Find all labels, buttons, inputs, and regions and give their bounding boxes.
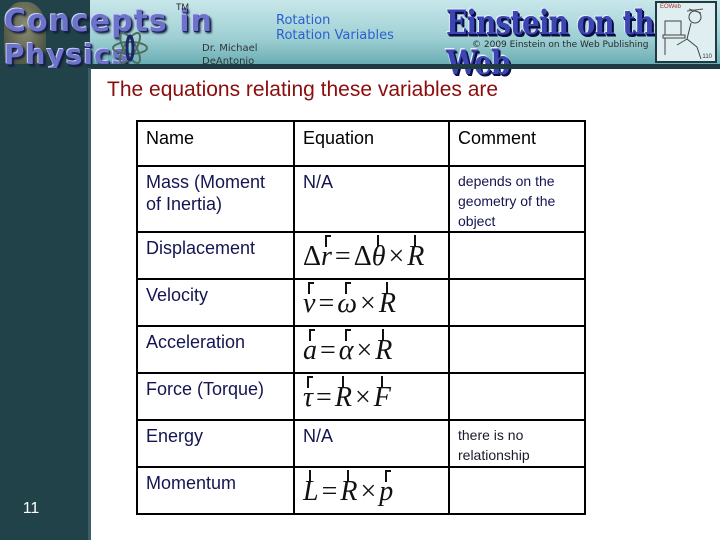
equation-symbol: v — [303, 282, 315, 320]
vector-arrow-icon — [384, 470, 391, 482]
table-row: Velocity v = ω × R — [136, 278, 586, 327]
vector-arrow-icon — [307, 376, 313, 388]
topic-breadcrumb: Rotation Rotation Variables — [276, 13, 394, 43]
vector-arrow-icon — [325, 235, 332, 247]
equation-text: N/A — [293, 419, 450, 468]
column-header-name: Name — [136, 120, 295, 167]
table-header-row: Name Equation Comment — [136, 120, 586, 167]
trademark-mark: TM — [176, 2, 189, 12]
topic-chapter: Rotation — [276, 13, 331, 28]
header-banner: Concepts in Physics TM Dr. Michael DeAnt… — [0, 0, 720, 82]
cross-product-sign: × — [356, 335, 373, 366]
equals-sign: = — [318, 288, 335, 319]
vector-arrow-icon — [341, 376, 344, 388]
vector-arrow-icon — [377, 235, 380, 247]
equation-symbol: L — [303, 470, 319, 508]
vector-arrow-icon — [344, 329, 351, 341]
table-row: Acceleration a = α × R — [136, 325, 586, 374]
equation-formula: τ = R × F — [303, 376, 391, 414]
variable-name: Velocity — [136, 278, 295, 327]
equation-symbol: Δ — [303, 241, 322, 272]
vector-arrow-icon — [307, 282, 314, 294]
table-row: Displacement Δr = Δθ × R — [136, 231, 586, 280]
column-header-comment: Comment — [448, 120, 586, 167]
equation-cell: L = R × p — [293, 466, 450, 515]
comment-text — [448, 372, 586, 421]
slide-number: 11 — [22, 500, 40, 517]
cartoon-tag: EOWeb — [660, 4, 681, 10]
equation-symbol: r — [321, 235, 332, 273]
variable-name: Energy — [136, 419, 295, 468]
equation-symbol: Δ — [353, 241, 372, 272]
equals-sign: = — [321, 476, 338, 507]
equation-symbol: p — [379, 470, 393, 508]
equation-symbol: R — [379, 282, 396, 320]
variable-name: Displacement — [136, 231, 295, 280]
cartoon-label: 110 — [702, 54, 712, 60]
equation-cell: v = ω × R — [293, 278, 450, 327]
equation-cell: a = α × R — [293, 325, 450, 374]
equation-text: N/A — [293, 165, 450, 233]
equation-formula: L = R × p — [303, 470, 393, 508]
equation-symbol: θ — [372, 235, 386, 273]
cross-product-sign: × — [360, 288, 376, 319]
author-first-line: Dr. Michael — [202, 43, 258, 54]
variable-name: Force (Torque) — [136, 372, 295, 421]
atom-icon — [112, 31, 148, 65]
table-row: Momentum L = R × p — [136, 466, 586, 515]
sidebar-edge — [88, 68, 91, 540]
equation-cell: Δr = Δθ × R — [293, 231, 450, 280]
column-header-equation: Equation — [293, 120, 450, 167]
vector-arrow-icon — [382, 329, 385, 341]
equation-symbol: a — [303, 329, 317, 367]
equation-symbol: τ — [303, 376, 313, 414]
equation-symbol: ω — [337, 282, 357, 320]
comment-text — [448, 466, 586, 515]
einstein-cartoon-image: EOWeb 110 — [655, 1, 717, 63]
vector-arrow-icon — [380, 376, 383, 388]
equation-symbol: F — [374, 376, 391, 414]
rotation-variables-table: Name Equation Comment Mass (Moment of In… — [136, 120, 586, 515]
publisher-copyright: © 2009 Einstein on the Web Publishing — [472, 40, 649, 50]
vector-arrow-icon — [308, 329, 315, 341]
comment-text — [448, 325, 586, 374]
vector-arrow-icon — [414, 235, 417, 247]
equation-symbol: α — [339, 329, 354, 367]
equation-formula: a = α × R — [303, 329, 392, 367]
equation-cell: τ = R × F — [293, 372, 450, 421]
equation-symbol: R — [375, 329, 392, 367]
left-sidebar — [0, 68, 88, 540]
cross-product-sign: × — [354, 382, 371, 413]
vector-arrow-icon — [309, 470, 312, 482]
equals-sign: = — [334, 241, 351, 272]
header-divider — [88, 64, 720, 69]
table-row: Energy N/A there is no relationship — [136, 419, 586, 468]
cross-product-sign: × — [388, 241, 405, 272]
equation-formula: v = ω × R — [303, 282, 396, 320]
vector-arrow-icon — [345, 282, 352, 294]
topic-section: Rotation Variables — [276, 28, 394, 43]
computer-user-sketch-icon — [662, 8, 704, 60]
comment-text: there is no relationship — [448, 419, 586, 468]
comment-text — [448, 278, 586, 327]
equals-sign: = — [316, 382, 332, 413]
variable-name: Momentum — [136, 466, 295, 515]
vector-arrow-icon — [385, 282, 388, 294]
cross-product-sign: × — [360, 476, 377, 507]
vector-arrow-icon — [347, 470, 350, 482]
comment-text: depends on the geometry of the object — [448, 165, 586, 233]
variable-name: Acceleration — [136, 325, 295, 374]
slide-title: The equations relating these variables a… — [107, 78, 499, 101]
equals-sign: = — [320, 335, 336, 366]
equation-symbol: R — [340, 470, 357, 508]
equation-symbol: R — [335, 376, 352, 414]
table-row: Mass (Moment of Inertia) N/A depends on … — [136, 165, 586, 233]
comment-text — [448, 231, 586, 280]
equation-formula: Δr = Δθ × R — [303, 235, 424, 273]
table-row: Force (Torque) τ = R × F — [136, 372, 586, 421]
variable-name: Mass (Moment of Inertia) — [136, 165, 295, 233]
equation-symbol: R — [407, 235, 424, 273]
